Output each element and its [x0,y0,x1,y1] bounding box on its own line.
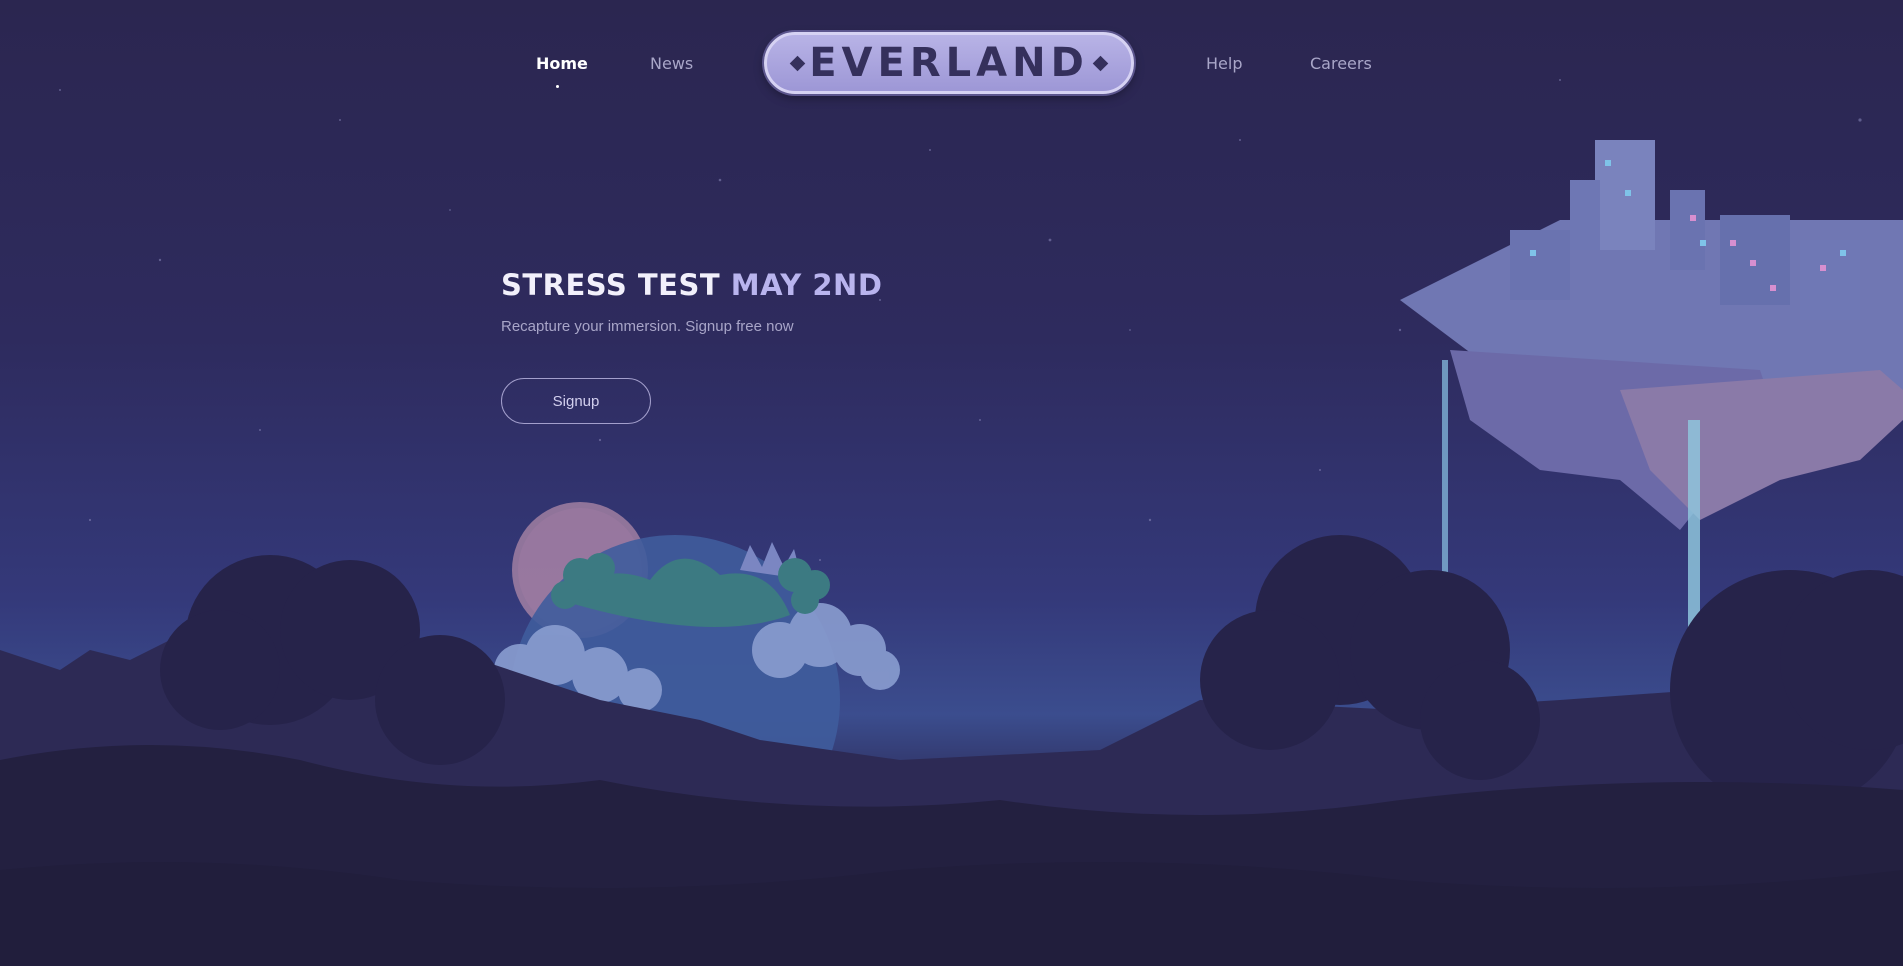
nav-help[interactable]: Help [1206,54,1242,73]
diamond-icon [1092,55,1109,71]
trees-silhouette [0,535,1903,966]
hero-title-main: STRESS TEST [501,268,721,302]
nav-home[interactable]: Home [536,54,588,73]
signup-button[interactable]: Signup [501,378,651,424]
hero-title: STRESS TEST MAY 2ND [501,268,882,302]
hero-subtitle: Recapture your immersion. Signup free no… [501,318,794,335]
background-scene [0,79,1903,966]
logo-text: EVERLAND [809,40,1089,86]
top-navigation: Home News EVERLAND Help Careers [0,30,1903,100]
nav-careers[interactable]: Careers [1310,54,1372,73]
nav-news[interactable]: News [650,54,693,73]
hero-title-date: MAY 2ND [730,268,883,302]
diamond-icon [789,55,806,71]
everland-logo[interactable]: EVERLAND [764,32,1134,94]
active-indicator-dot [556,85,559,88]
